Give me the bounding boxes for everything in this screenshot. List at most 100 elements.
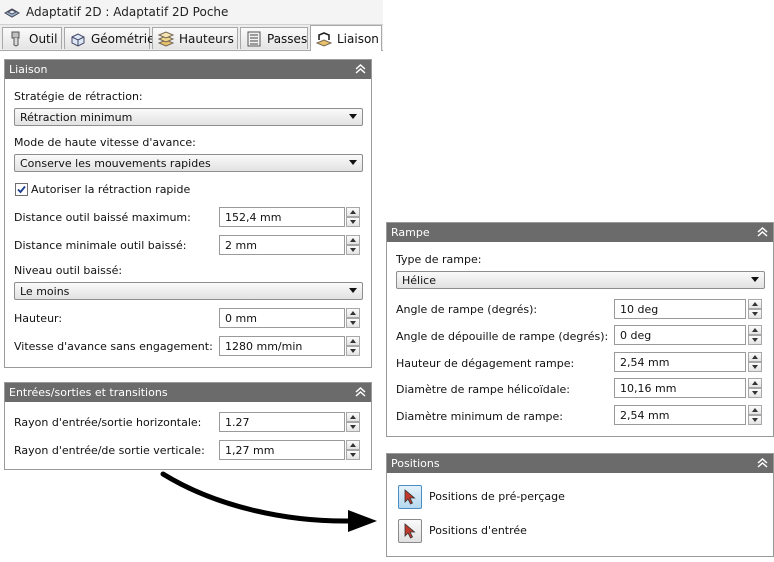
height-spinner[interactable] <box>346 308 360 328</box>
helix-diameter-input-text[interactable] <box>615 379 745 397</box>
spin-up-icon[interactable] <box>346 207 360 217</box>
vert-radius-input[interactable] <box>219 440 345 460</box>
linking-icon <box>316 32 332 47</box>
min-stay-down-input-text[interactable] <box>220 236 344 254</box>
spin-up-icon[interactable] <box>346 235 360 245</box>
ramp-angle-label: Angle de rampe (degrés): <box>396 303 538 316</box>
spin-up-icon[interactable] <box>748 299 762 309</box>
tab-hauteurs[interactable]: Hauteurs <box>152 27 238 49</box>
collapse-chevron-icon[interactable] <box>757 457 768 469</box>
spin-down-icon[interactable] <box>748 309 762 319</box>
tab-liaison[interactable]: Liaison <box>310 25 382 51</box>
spin-down-icon[interactable] <box>748 415 762 425</box>
ramp-taper-spinner[interactable] <box>748 325 762 345</box>
horiz-radius-input-text[interactable] <box>220 413 344 431</box>
lift-feed-spinner[interactable] <box>346 336 360 356</box>
spin-down-icon[interactable] <box>346 245 360 255</box>
helix-diameter-label: Diamètre de rampe hélicoïdale: <box>396 383 571 396</box>
collapse-chevron-icon[interactable] <box>757 226 768 238</box>
spin-down-icon[interactable] <box>346 217 360 227</box>
keep-down-level-select[interactable]: Le moins <box>14 282 363 300</box>
ramp-type-label: Type de rampe: <box>396 253 482 266</box>
ramp-angle-input[interactable] <box>614 299 746 319</box>
spin-up-icon[interactable] <box>748 352 762 362</box>
ramp-angle-spinner[interactable] <box>748 299 762 319</box>
tab-geometrie[interactable]: Géométrie <box>64 27 154 49</box>
min-diameter-input[interactable] <box>614 405 746 425</box>
min-stay-down-spinner[interactable] <box>346 235 360 255</box>
cursor-arrow-icon <box>404 523 416 539</box>
helix-diameter-input[interactable] <box>614 378 746 398</box>
height-input[interactable] <box>219 308 345 328</box>
spin-up-icon[interactable] <box>346 308 360 318</box>
liaison-panel: Liaison Stratégie de rétraction: Rétract… <box>4 59 372 368</box>
cursor-arrow-icon <box>404 489 416 505</box>
max-stay-down-input-text[interactable] <box>220 208 344 226</box>
spin-down-icon[interactable] <box>346 346 360 356</box>
horiz-radius-spinner[interactable] <box>346 412 360 432</box>
passes-icon <box>247 31 261 47</box>
predrill-positions-button[interactable] <box>398 485 422 509</box>
lift-feed-input-text[interactable] <box>220 337 344 355</box>
spin-up-icon[interactable] <box>346 412 360 422</box>
curved-arrow-icon <box>160 471 377 532</box>
ramp-taper-input[interactable] <box>614 325 746 345</box>
rapid-retract-checkbox[interactable] <box>15 183 28 196</box>
spin-down-icon[interactable] <box>748 362 762 372</box>
spin-down-icon[interactable] <box>346 450 360 460</box>
spin-down-icon[interactable] <box>346 422 360 432</box>
rampe-panel-header[interactable]: Rampe <box>387 223 773 242</box>
dropdown-arrow-icon <box>751 277 759 282</box>
adaptive-clearing-icon <box>4 8 20 18</box>
tab-bar: Outil Géométrie Hauteurs Passes Liaison <box>0 25 383 51</box>
horiz-radius-label: Rayon d'entrée/sortie horizontale: <box>14 416 202 429</box>
max-stay-down-input[interactable] <box>219 207 345 227</box>
tool-icon <box>11 31 20 47</box>
horiz-radius-input[interactable] <box>219 412 345 432</box>
collapse-chevron-icon[interactable] <box>355 63 366 75</box>
helix-diameter-spinner[interactable] <box>748 378 762 398</box>
ramp-type-select[interactable]: Hélice <box>396 271 765 289</box>
spin-down-icon[interactable] <box>748 335 762 345</box>
lift-feed-input[interactable] <box>219 336 345 356</box>
max-stay-down-spinner[interactable] <box>346 207 360 227</box>
transitions-panel: Entrées/sorties et transitions Rayon d'e… <box>4 382 372 470</box>
high-feed-label: Mode de haute vitesse d'avance: <box>14 136 196 149</box>
spin-up-icon[interactable] <box>748 405 762 415</box>
ramp-clearance-spinner[interactable] <box>748 352 762 372</box>
positions-panel-header[interactable]: Positions <box>387 454 773 473</box>
ramp-angle-input-text[interactable] <box>615 300 745 318</box>
spin-down-icon[interactable] <box>748 388 762 398</box>
min-stay-down-input[interactable] <box>219 235 345 255</box>
ramp-clearance-input[interactable] <box>614 352 746 372</box>
heights-icon <box>158 31 174 47</box>
liaison-panel-header[interactable]: Liaison <box>5 60 371 79</box>
checkmark-icon <box>17 185 26 194</box>
ramp-taper-input-text[interactable] <box>615 326 745 344</box>
collapse-chevron-icon[interactable] <box>355 386 366 398</box>
height-input-text[interactable] <box>220 309 344 327</box>
vert-radius-input-text[interactable] <box>220 441 344 459</box>
rampe-panel: Rampe Type de rampe: Hélice Angle de ram… <box>386 222 774 437</box>
spin-up-icon[interactable] <box>346 336 360 346</box>
dropdown-arrow-icon <box>349 288 357 293</box>
entry-positions-button[interactable] <box>398 519 422 543</box>
spin-up-icon[interactable] <box>346 440 360 450</box>
ramp-clearance-input-text[interactable] <box>615 353 745 371</box>
min-diameter-input-text[interactable] <box>615 406 745 424</box>
ramp-taper-label: Angle de dépouille de rampe (degrés): <box>396 330 609 343</box>
predrill-positions-label: Positions de pré-perçage <box>429 490 565 503</box>
retract-strategy-select[interactable]: Rétraction minimum <box>14 108 363 126</box>
tab-outil[interactable]: Outil <box>2 27 62 49</box>
vert-radius-spinner[interactable] <box>346 440 360 460</box>
high-feed-select[interactable]: Conserve les mouvements rapides <box>14 154 363 172</box>
min-diameter-spinner[interactable] <box>748 405 762 425</box>
spin-down-icon[interactable] <box>346 318 360 328</box>
window-titlebar: Adaptatif 2D : Adaptatif 2D Poche <box>0 0 383 25</box>
spin-up-icon[interactable] <box>748 325 762 335</box>
vert-radius-label: Rayon d'entrée/de sortie verticale: <box>14 444 205 457</box>
tab-passes[interactable]: Passes <box>240 27 308 49</box>
retract-strategy-label: Stratégie de rétraction: <box>14 90 143 103</box>
spin-up-icon[interactable] <box>748 378 762 388</box>
transitions-panel-header[interactable]: Entrées/sorties et transitions <box>5 383 371 402</box>
